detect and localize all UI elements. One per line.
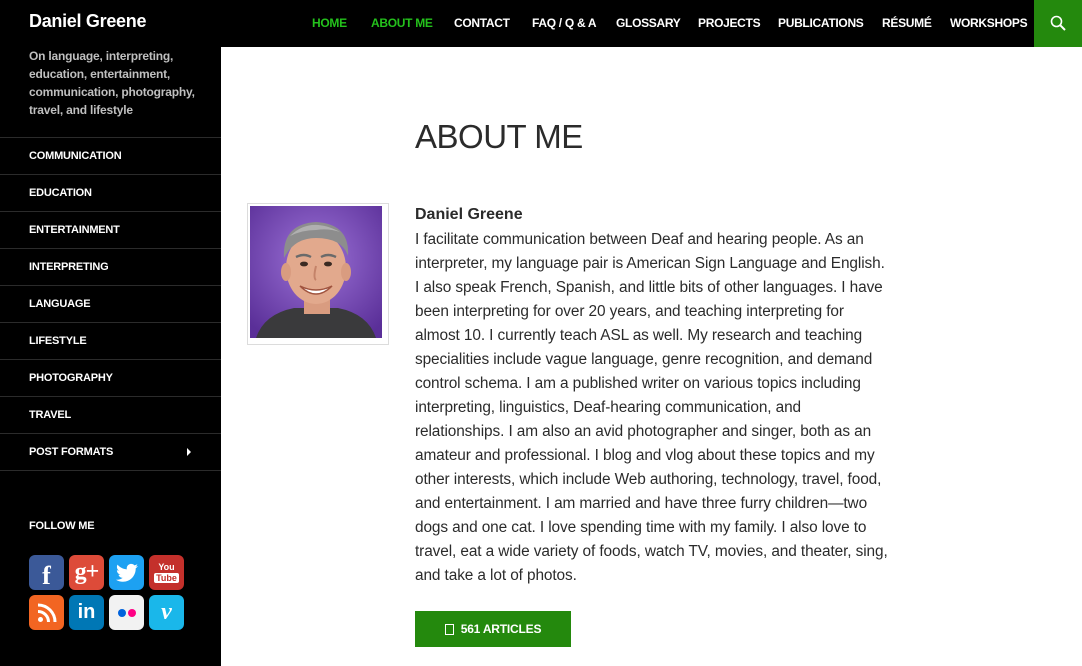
author-name: Daniel Greene — [415, 206, 523, 223]
twitter-bird-icon — [115, 563, 138, 582]
chevron-right-icon — [187, 448, 191, 456]
nav-home[interactable]: HOME — [312, 16, 347, 30]
sidebar-item-travel[interactable]: TRAVEL — [0, 397, 221, 434]
sidebar-item-label: POST FORMATS — [29, 446, 114, 458]
category-menu: COMMUNICATION EDUCATION ENTERTAINMENT IN… — [0, 137, 221, 471]
sidebar-item-lifestyle[interactable]: LIFESTYLE — [0, 323, 221, 360]
rss-icon[interactable] — [29, 595, 64, 630]
nav-glossary[interactable]: GLOSSARY — [616, 16, 681, 30]
sidebar-item-language[interactable]: LANGUAGE — [0, 286, 221, 323]
sidebar-item-photography[interactable]: PHOTOGRAPHY — [0, 360, 221, 397]
facebook-icon[interactable]: f — [29, 555, 64, 590]
nav-faq[interactable]: FAQ / Q & A — [532, 16, 597, 30]
site-tagline: On language, interpreting, education, en… — [29, 49, 195, 117]
google-plus-icon[interactable]: g+ — [69, 555, 104, 590]
rss-feed-icon — [37, 603, 56, 622]
site-title[interactable]: Daniel Greene — [29, 11, 146, 32]
sidebar-item-post-formats[interactable]: POST FORMATS — [0, 434, 221, 471]
vimeo-icon[interactable]: v — [149, 595, 184, 630]
nav-resume[interactable]: RÉSUMÉ — [882, 16, 932, 30]
sidebar-item-label: LIFESTYLE — [29, 335, 87, 347]
page-title: ABOUT ME — [415, 118, 583, 155]
author-photo — [250, 206, 382, 338]
sidebar-item-entertainment[interactable]: ENTERTAINMENT — [0, 212, 221, 249]
sidebar-item-interpreting[interactable]: INTERPRETING — [0, 249, 221, 286]
articles-button-label: 561 ARTICLES — [460, 622, 542, 636]
sidebar-item-label: INTERPRETING — [29, 261, 109, 273]
sidebar-item-education[interactable]: EDUCATION — [0, 175, 221, 212]
sidebar-item-communication[interactable]: COMMUNICATION — [0, 138, 221, 175]
sidebar-item-label: PHOTOGRAPHY — [29, 372, 113, 384]
author-bio: I facilitate communication between Deaf … — [415, 231, 888, 584]
nav-about-me[interactable]: ABOUT ME — [371, 16, 433, 30]
nav-projects[interactable]: PROJECTS — [698, 16, 761, 30]
document-icon — [444, 623, 454, 635]
sidebar-item-label: COMMUNICATION — [29, 150, 122, 162]
sidebar-item-label: ENTERTAINMENT — [29, 224, 120, 236]
twitter-icon[interactable] — [109, 555, 144, 590]
follow-me-heading: FOLLOW ME — [29, 520, 95, 532]
sidebar-item-label: LANGUAGE — [29, 298, 91, 310]
articles-button[interactable]: 561 ARTICLES — [415, 611, 571, 647]
search-icon — [1050, 15, 1066, 31]
sidebar: Daniel Greene On language, interpreting,… — [0, 0, 221, 666]
primary-nav: HOME ABOUT ME CONTACT FAQ / Q & A GLOSSA… — [221, 0, 1082, 47]
nav-contact[interactable]: CONTACT — [454, 16, 510, 30]
youtube-icon[interactable]: You Tube — [149, 555, 184, 590]
nav-workshops[interactable]: WORKSHOPS — [950, 16, 1028, 30]
nav-publications[interactable]: PUBLICATIONS — [778, 16, 864, 30]
flickr-icon[interactable] — [109, 595, 144, 630]
avatar — [247, 203, 389, 345]
linkedin-icon[interactable]: in — [69, 595, 104, 630]
search-button[interactable] — [1034, 0, 1082, 47]
sidebar-item-label: TRAVEL — [29, 409, 71, 421]
sidebar-item-label: EDUCATION — [29, 187, 92, 199]
